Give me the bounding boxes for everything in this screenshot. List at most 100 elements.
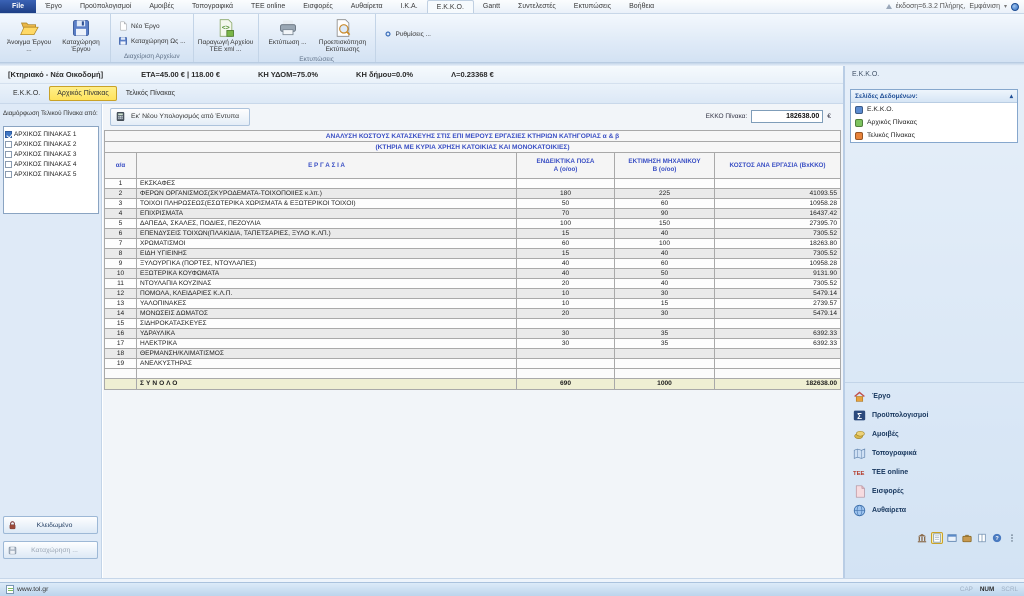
source-tables-list[interactable]: ΑΡΧΙΚΟΣ ΠΙΝΑΚΑΣ 1ΑΡΧΙΚΟΣ ΠΙΝΑΚΑΣ 2 ΑΡΧΙΚΟ… <box>3 126 99 214</box>
cell-a[interactable]: 10 <box>517 299 615 309</box>
menu-tab[interactable]: Προϋπολογισμοί <box>71 0 140 13</box>
xml-export-button[interactable]: <> Παραγωγή Αρχείου ΤΕΕ xml ... <box>197 16 255 55</box>
table-row[interactable]: 15ΣΙΔΗΡΟΚΑΤΑΣΚΕΥΕΣ <box>105 319 841 329</box>
cell-num[interactable]: 12 <box>105 289 137 299</box>
table-row[interactable]: 7ΧΡΩΜΑΤΙΣΜΟΙ6010018263.80 <box>105 239 841 249</box>
cell-a[interactable] <box>517 359 615 369</box>
cell-b[interactable]: 15 <box>615 299 715 309</box>
cell-a[interactable] <box>517 179 615 189</box>
cell-cost[interactable] <box>715 349 841 359</box>
new-project-button[interactable]: Νέο Έργο <box>114 20 190 32</box>
menu-tab[interactable]: Gantt <box>474 0 509 13</box>
table-row[interactable]: 9ΞΥΛΟΥΡΓΙΚΑ (ΠΟΡΤΕΣ, ΝΤΟΥΛΑΠΕΣ)406010958… <box>105 259 841 269</box>
cell-num[interactable]: 7 <box>105 239 137 249</box>
table-row[interactable]: 1ΕΚΣΚΑΦΕΣ <box>105 179 841 189</box>
view-tab[interactable]: Αρχικός Πίνακας <box>49 86 117 101</box>
cell-name[interactable]: ΣΥΝΟΛΟ <box>137 378 517 389</box>
nav-item-globe[interactable]: Αυθαίρετα <box>845 501 1024 520</box>
cell-num[interactable]: 8 <box>105 249 137 259</box>
cell-num[interactable]: 6 <box>105 229 137 239</box>
cell-name[interactable]: ΑΝΕΛΚΥΣΤΗΡΑΣ <box>137 359 517 369</box>
cell-b[interactable]: 150 <box>615 219 715 229</box>
cell-name[interactable]: ΧΡΩΜΑΤΙΣΜΟΙ <box>137 239 517 249</box>
checkbox[interactable] <box>5 171 12 178</box>
cell-a[interactable] <box>517 319 615 329</box>
cell-b[interactable] <box>615 179 715 189</box>
menu-tab[interactable]: Βοήθεια <box>620 0 663 13</box>
cell-a[interactable]: 30 <box>517 339 615 349</box>
briefcase-icon[interactable] <box>961 532 973 544</box>
source-table-option[interactable]: ΑΡΧΙΚΟΣ ΠΙΝΑΚΑΣ 4 <box>5 159 97 169</box>
cell-a[interactable]: 690 <box>517 378 615 389</box>
cell-num[interactable]: 15 <box>105 319 137 329</box>
cell-name[interactable]: ΕΠΕΝΔΥΣΕΙΣ ΤΟΙΧΩΝ(ΠΛΑΚΙΔΙΑ, ΤΑΠΕΤΣΑΡΙΕΣ,… <box>137 229 517 239</box>
cell-num[interactable]: 14 <box>105 309 137 319</box>
cell-a[interactable]: 40 <box>517 259 615 269</box>
cell-num[interactable]: 10 <box>105 269 137 279</box>
save-as-button[interactable]: Καταχώρηση Ως ... <box>114 35 190 47</box>
checkbox[interactable] <box>5 131 12 138</box>
cell-cost[interactable]: 5479.14 <box>715 309 841 319</box>
cell-a[interactable]: 20 <box>517 309 615 319</box>
cell-cost[interactable]: 16437.42 <box>715 209 841 219</box>
cell-cost[interactable]: 10958.28 <box>715 199 841 209</box>
menu-tab[interactable]: File <box>0 0 36 13</box>
cell-a[interactable]: 180 <box>517 189 615 199</box>
source-table-option[interactable]: ΑΡΧΙΚΟΣ ΠΙΝΑΚΑΣ 5 <box>5 169 97 179</box>
table-row[interactable]: 6ΕΠΕΝΔΥΣΕΙΣ ΤΟΙΧΩΝ(ΠΛΑΚΙΔΙΑ, ΤΑΠΕΤΣΑΡΙΕΣ… <box>105 229 841 239</box>
cell-num[interactable] <box>105 369 137 379</box>
cell-num[interactable]: 16 <box>105 329 137 339</box>
recalc-button[interactable]: Εκ' Νέου Υπολογισμός από Έντυπα <box>110 108 250 126</box>
save-project-button[interactable]: Καταχώρηση Έργου <box>55 16 107 55</box>
menu-tab[interactable]: ΤΕΕ online <box>242 0 294 13</box>
cell-b[interactable]: 60 <box>615 199 715 209</box>
cell-b[interactable]: 40 <box>615 279 715 289</box>
checkbox[interactable] <box>5 141 12 148</box>
view-tab[interactable]: Τελικός Πίνακας <box>119 87 182 100</box>
cell-a[interactable]: 20 <box>517 279 615 289</box>
cell-name[interactable]: ΠΟΜΟΛΑ, ΚΛΕΙΔΑΡΙΕΣ Κ.Λ.Π. <box>137 289 517 299</box>
cell-name[interactable]: ΦΕΡΩΝ ΟΡΓΑΝΙΣΜΟΣ(ΣΚΥΡΟΔΕΜΑΤΑ-ΤΟΙΧΟΠΟΙΙΕΣ… <box>137 189 517 199</box>
window-icon[interactable] <box>946 532 958 544</box>
cell-cost[interactable]: 18263.80 <box>715 239 841 249</box>
checkbox[interactable] <box>5 151 12 158</box>
cell-num[interactable]: 3 <box>105 199 137 209</box>
cell-name[interactable]: ΥΔΡΑΥΛΙΚΑ <box>137 329 517 339</box>
cell-name[interactable]: ΕΞΩΤΕΡΙΚΑ ΚΟΥΦΩΜΑΤΑ <box>137 269 517 279</box>
cell-cost[interactable]: 41093.55 <box>715 189 841 199</box>
cell-b[interactable]: 35 <box>615 329 715 339</box>
cell-cost[interactable]: 10958.28 <box>715 259 841 269</box>
columns-icon[interactable] <box>976 532 988 544</box>
cell-cost[interactable]: 7305.52 <box>715 229 841 239</box>
cell-num[interactable]: 17 <box>105 339 137 349</box>
nav-item-doc[interactable]: Εισφορές <box>845 482 1024 501</box>
print-button[interactable]: Εκτύπωση ... <box>262 16 314 48</box>
cell-b[interactable]: 30 <box>615 289 715 299</box>
cell-name[interactable]: ΞΥΛΟΥΡΓΙΚΑ (ΠΟΡΤΕΣ, ΝΤΟΥΛΑΠΕΣ) <box>137 259 517 269</box>
cell-name[interactable]: ΘΕΡΜΑΝΣΗ/ΚΛΙΜΑΤΙΣΜΟΣ <box>137 349 517 359</box>
cell-b[interactable] <box>615 369 715 379</box>
table-row[interactable]: 2ΦΕΡΩΝ ΟΡΓΑΝΙΣΜΟΣ(ΣΚΥΡΟΔΕΜΑΤΑ-ΤΟΙΧΟΠΟΙΙΕ… <box>105 189 841 199</box>
cell-b[interactable]: 40 <box>615 229 715 239</box>
menu-tab[interactable]: Εισφορές <box>294 0 341 13</box>
cell-b[interactable]: 100 <box>615 239 715 249</box>
help-icon[interactable]: ? <box>991 532 1003 544</box>
cell-name[interactable]: ΜΟΝΩΣΕΙΣ ΔΩΜΑΤΟΣ <box>137 309 517 319</box>
table-row[interactable]: 4ΕΠΙΧΡΙΣΜΑΤΑ709016437.42 <box>105 209 841 219</box>
menu-tab[interactable]: Αυθαίρετα <box>342 0 392 13</box>
cell-cost[interactable]: 5479.14 <box>715 289 841 299</box>
cell-num[interactable]: 1 <box>105 179 137 189</box>
source-table-option[interactable]: ΑΡΧΙΚΟΣ ΠΙΝΑΚΑΣ 2 <box>5 139 97 149</box>
lock-button[interactable]: Κλειδωμένο <box>3 516 98 534</box>
source-table-option[interactable]: ΑΡΧΙΚΟΣ ΠΙΝΑΚΑΣ 1 <box>5 129 97 139</box>
cell-name[interactable]: ΝΤΟΥΛΑΠΙΑ ΚΟΥΖΙΝΑΣ <box>137 279 517 289</box>
table-row[interactable]: 14ΜΟΝΩΣΕΙΣ ΔΩΜΑΤΟΣ20305479.14 <box>105 309 841 319</box>
cell-cost[interactable]: 182638.00 <box>715 378 841 389</box>
chevron-down-icon[interactable]: ▾ <box>1004 3 1007 10</box>
table-row[interactable]: 16ΥΔΡΑΥΛΙΚΑ30356392.33 <box>105 329 841 339</box>
cell-name[interactable]: ΕΠΙΧΡΙΣΜΑΤΑ <box>137 209 517 219</box>
cell-b[interactable]: 90 <box>615 209 715 219</box>
cell-num[interactable]: 4 <box>105 209 137 219</box>
total-row[interactable]: ΣΥΝΟΛΟ6901000182638.00 <box>105 378 841 389</box>
cell-name[interactable]: ΥΑΛΟΠΙΝΑΚΕΣ <box>137 299 517 309</box>
